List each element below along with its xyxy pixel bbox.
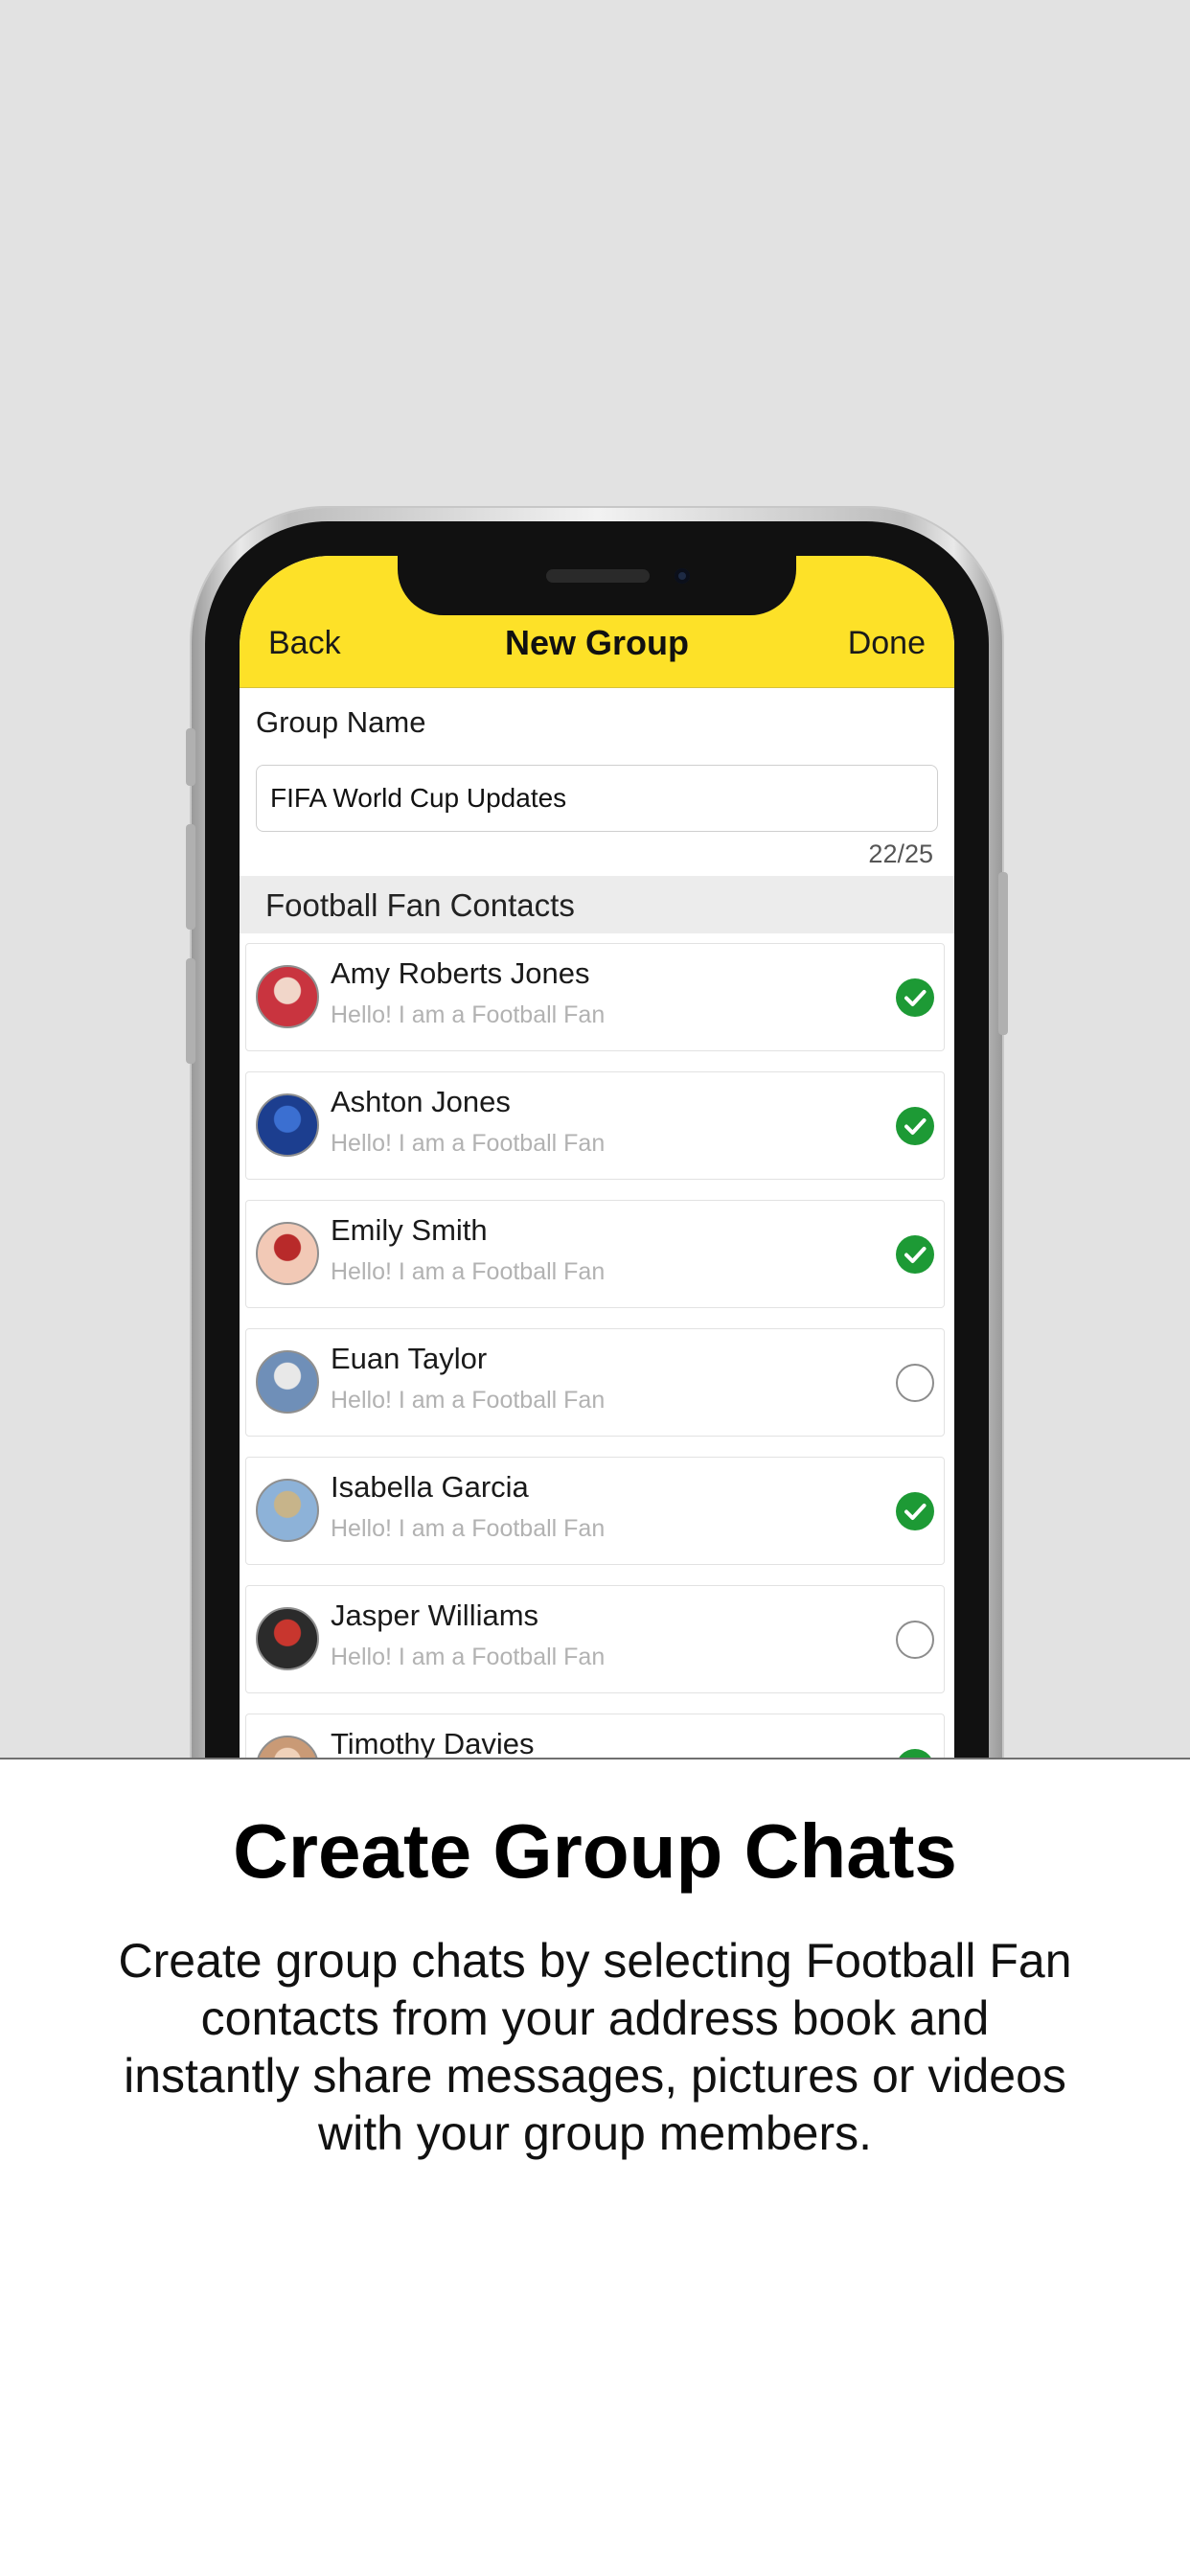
checkmark-circle-icon[interactable]: [896, 1235, 934, 1274]
checkmark-circle-icon[interactable]: [896, 1492, 934, 1530]
checkmark-circle-icon[interactable]: [896, 978, 934, 1017]
contact-name: Ashton Jones: [331, 1085, 511, 1118]
hero-background: Back New Group Done Group Name FIFA Worl…: [0, 0, 1190, 1758]
contact-row[interactable]: Euan Taylor Hello! I am a Football Fan: [245, 1328, 945, 1437]
power-button: [998, 872, 1008, 1035]
contact-name: Isabella Garcia: [331, 1470, 529, 1504]
contact-row[interactable]: Amy Roberts Jones Hello! I am a Football …: [245, 943, 945, 1051]
contact-status: Hello! I am a Football Fan: [331, 1644, 606, 1670]
avatar: [256, 1350, 319, 1414]
contact-name: Amy Roberts Jones: [331, 956, 590, 990]
contact-status: Hello! I am a Football Fan: [331, 1515, 606, 1542]
contact-name: Timothy Davies: [331, 1727, 535, 1758]
phone-frame: Back New Group Done Group Name FIFA Worl…: [186, 508, 1008, 1758]
avatar: [256, 1093, 319, 1157]
avatar: [256, 1222, 319, 1285]
contact-row[interactable]: Isabella Garcia Hello! I am a Football Fa…: [245, 1457, 945, 1565]
contact-row[interactable]: Ashton Jones Hello! I am a Football Fan: [245, 1071, 945, 1180]
avatar: [256, 1479, 319, 1542]
promo-title: Create Group Chats: [233, 1808, 957, 1894]
contact-name: Jasper Williams: [331, 1598, 539, 1632]
empty-circle-icon[interactable]: [896, 1621, 934, 1659]
contact-name: Euan Taylor: [331, 1342, 488, 1375]
contact-status: Hello! I am a Football Fan: [331, 1001, 606, 1028]
phone-notch: [398, 556, 796, 615]
contact-name: Emily Smith: [331, 1213, 488, 1247]
contact-status: Hello! I am a Football Fan: [331, 1130, 606, 1157]
checkmark-circle-icon[interactable]: [896, 1107, 934, 1145]
avatar: [256, 1736, 319, 1758]
volume-down-button: [186, 958, 195, 1064]
checkmark-circle-icon[interactable]: [896, 1749, 934, 1758]
empty-circle-icon[interactable]: [896, 1364, 934, 1402]
character-counter: 22/25: [868, 840, 933, 868]
speaker-grille: [546, 569, 650, 583]
silent-switch: [186, 728, 195, 786]
section-header: Football Fan Contacts: [240, 876, 954, 933]
section-title: Football Fan Contacts: [265, 887, 575, 923]
contact-row[interactable]: Emily Smith Hello! I am a Football Fan: [245, 1200, 945, 1308]
done-button[interactable]: Done: [848, 625, 926, 662]
group-name-label: Group Name: [256, 705, 426, 739]
volume-up-button: [186, 824, 195, 930]
contact-status: Hello! I am a Football Fan: [331, 1387, 606, 1414]
contact-status: Hello! I am a Football Fan: [331, 1258, 606, 1285]
promo-description: Create group chats by selecting Football…: [118, 1934, 1072, 2160]
contact-row[interactable]: Timothy DaviesHello! I am a Football Fan: [245, 1714, 945, 1758]
avatar: [256, 965, 319, 1028]
promo-panel: Create Group Chats Create group chats by…: [0, 1758, 1190, 2576]
phone-screen: Back New Group Done Group Name FIFA Worl…: [240, 556, 954, 1758]
contact-row[interactable]: Jasper Williams Hello! I am a Football Fa…: [245, 1585, 945, 1693]
avatar: [256, 1607, 319, 1670]
camera-icon: [675, 568, 690, 584]
group-name-input[interactable]: FIFA World Cup Updates: [256, 765, 938, 832]
